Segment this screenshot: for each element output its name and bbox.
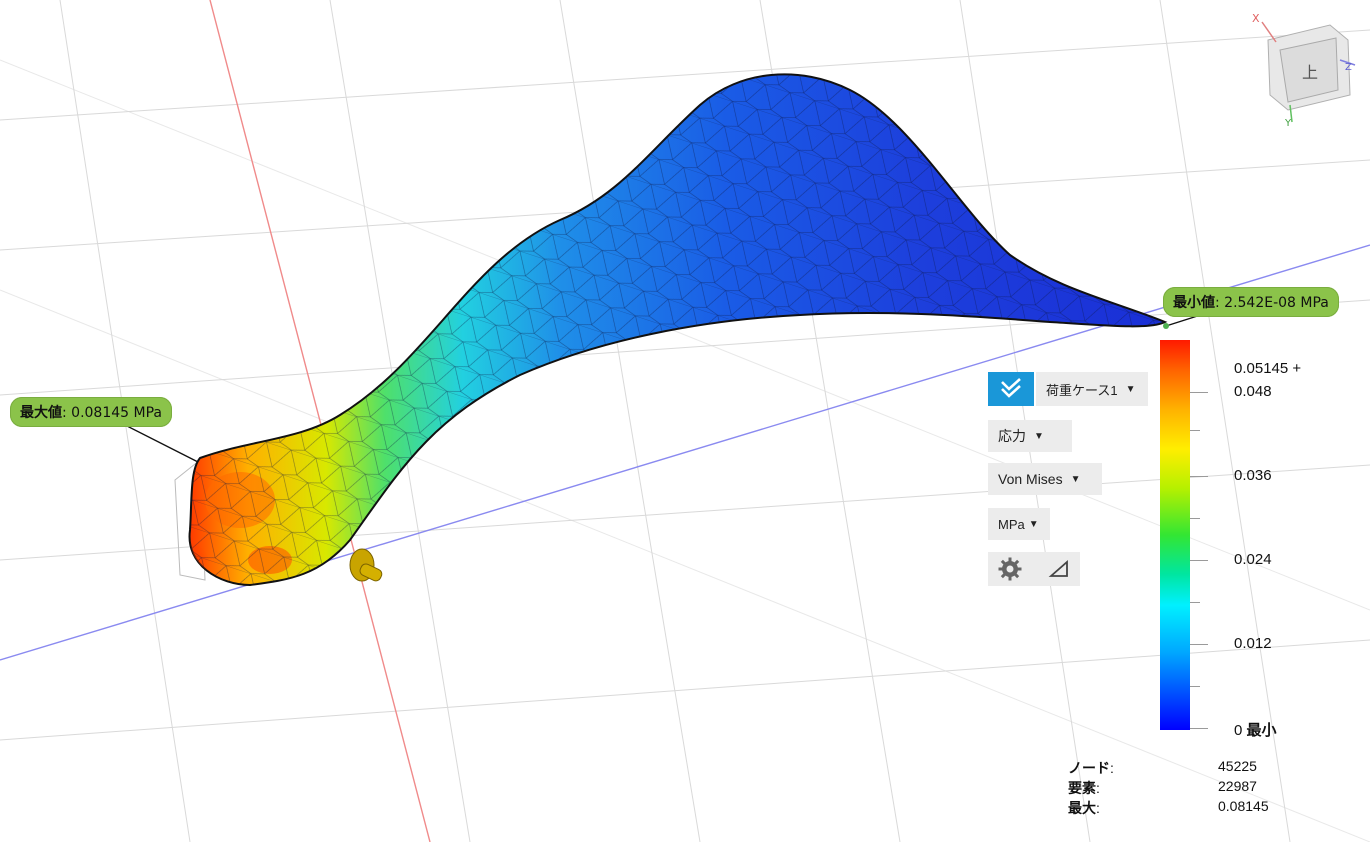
max-leader-line (124, 424, 199, 463)
chevron-down-icon: ▼ (1028, 518, 1039, 530)
svg-text:Y: Y (1284, 118, 1292, 129)
min-callout-value: : 2.542E-08 MPa (1215, 295, 1329, 311)
nodes-label: ノード (1068, 760, 1110, 776)
component-label: Von Mises (998, 471, 1063, 487)
pin-constraint-icon (349, 548, 383, 582)
nodes-stat-value: 45225 (1218, 758, 1257, 774)
legend-bottom-label: 0 最小 (1234, 719, 1277, 740)
min-callout-label: 最小値 (1173, 295, 1215, 311)
load-case-label: 荷重ケース1 (1046, 382, 1118, 398)
max-stat-label: 最大: (1068, 800, 1100, 816)
stress-color-bar (1160, 340, 1190, 730)
legend-minor-tick (1190, 518, 1200, 519)
legend-tick-label: 0.024 (1234, 551, 1272, 568)
chevron-down-icon: ▼ (1125, 383, 1136, 395)
view-cube[interactable]: 上 X Z Y (1252, 12, 1356, 129)
view-cube-face-label: 上 (1302, 63, 1318, 82)
legend-bottom-min-label: 最小 (1246, 722, 1277, 739)
max-value-callout: 最大値: 0.08145 MPa (10, 397, 172, 427)
nodes-stat-label: ノード: (1068, 760, 1114, 776)
elements-label: 要素 (1068, 780, 1096, 796)
max-label: 最大 (1068, 800, 1096, 816)
max-callout-value: : 0.08145 MPa (62, 405, 162, 421)
elements-stat-label: 要素: (1068, 780, 1100, 796)
min-value-callout: 最小値: 2.542E-08 MPa (1163, 287, 1339, 317)
settings-toolbar (988, 552, 1080, 586)
chevron-down-icon: ▼ (1034, 430, 1044, 442)
legend-minor-tick (1190, 602, 1200, 603)
svg-text:X: X (1252, 12, 1260, 25)
legend-tick (1190, 560, 1208, 561)
unit-dropdown[interactable]: MPa ▼ (988, 508, 1050, 540)
legend-bottom-value: 0 (1234, 722, 1243, 739)
legend-tick (1190, 392, 1208, 393)
legend-tick (1190, 728, 1208, 729)
svg-text:Z: Z (1345, 62, 1352, 73)
triangle-icon[interactable] (1048, 559, 1070, 579)
results-visibility-toggle[interactable] (988, 372, 1034, 406)
unit-label: MPa (998, 516, 1025, 532)
legend-top-label: 0.05145 + (1234, 360, 1302, 377)
max-callout-label: 最大値 (20, 405, 62, 421)
chevron-down-icon: ▼ (1070, 473, 1081, 485)
legend-minor-tick (1190, 430, 1200, 431)
legend-tick (1190, 476, 1208, 477)
legend-tick-label: 0.012 (1234, 635, 1272, 652)
result-type-dropdown[interactable]: 応力 ▼ (988, 420, 1072, 452)
result-type-label: 応力 (998, 428, 1026, 444)
elements-stat-value: 22987 (1218, 778, 1257, 794)
legend-tick-label: 0.036 (1234, 467, 1272, 484)
component-dropdown[interactable]: Von Mises ▼ (988, 463, 1102, 495)
load-case-dropdown[interactable]: 荷重ケース1 ▼ (1036, 372, 1148, 406)
legend-tick-label: 0.048 (1234, 383, 1272, 400)
legend-minor-tick (1190, 686, 1200, 687)
gear-icon[interactable] (998, 557, 1022, 581)
check-icon (1001, 378, 1021, 398)
legend-tick (1190, 644, 1208, 645)
max-stat-value: 0.08145 (1218, 798, 1269, 814)
